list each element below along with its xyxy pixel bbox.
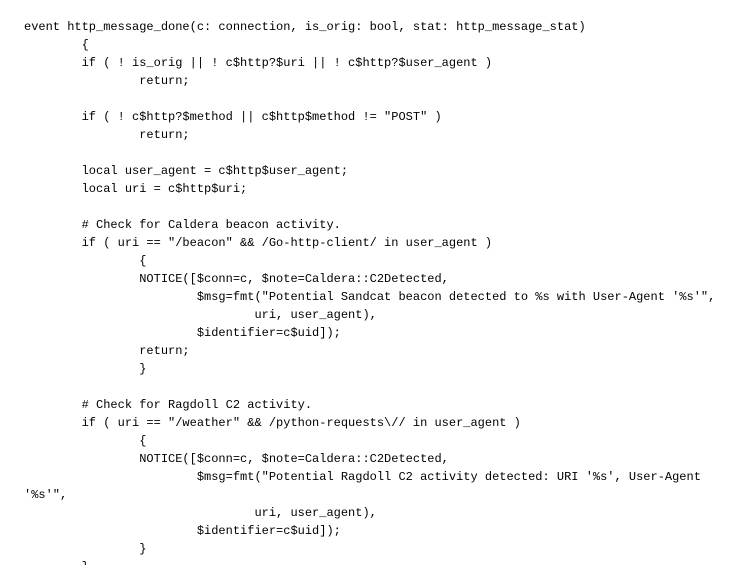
code-block: event http_message_done(c: connection, i… [0,0,750,565]
